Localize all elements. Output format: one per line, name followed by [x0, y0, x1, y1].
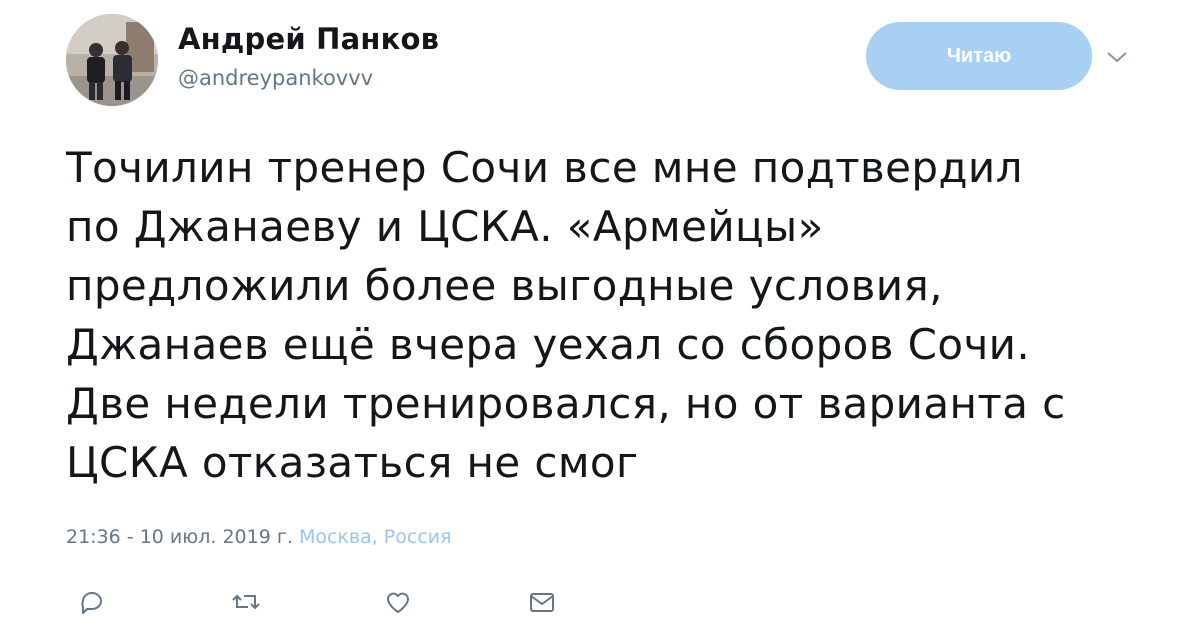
follow-button[interactable]: Читаю	[866, 22, 1092, 90]
action-bar	[66, 582, 666, 622]
tweet-text: Точилин тренер Сочи все мне подтвердил п…	[66, 138, 1176, 492]
author-handle[interactable]: @andreypankovvv	[178, 66, 373, 90]
retweet-icon[interactable]	[226, 582, 266, 622]
avatar-photo	[66, 14, 158, 106]
envelope-icon[interactable]	[522, 582, 562, 622]
tweet-text-line: ЦСКА отказаться не смог	[66, 438, 639, 487]
tweet-meta: 21:36 - 10 июл. 2019 г. Москва, Россия	[66, 526, 452, 548]
tweet-text-line: предложили более выгодные условия,	[66, 261, 943, 310]
tweet-card: Андрей Панков @andreypankovvv Читаю Точи…	[0, 0, 1200, 630]
tweet-location[interactable]: Москва, Россия	[299, 526, 452, 548]
heart-icon[interactable]	[378, 582, 418, 622]
chevron-down-icon[interactable]	[1100, 40, 1134, 74]
tweet-text-line: Две недели тренировался, но от варианта …	[66, 379, 1066, 428]
author-name[interactable]: Андрей Панков	[178, 22, 439, 56]
tweet-timestamp[interactable]: 21:36 - 10 июл. 2019 г.	[66, 526, 293, 548]
tweet-text-line: по Джанаеву и ЦСКА. «Армейцы»	[66, 202, 824, 251]
tweet-text-line: Точилин тренер Сочи все мне подтвердил	[66, 143, 1023, 192]
reply-icon[interactable]	[72, 582, 112, 622]
avatar[interactable]	[66, 14, 158, 106]
tweet-text-line: Джанаев ещё вчера уехал со сборов Сочи.	[66, 320, 1031, 369]
